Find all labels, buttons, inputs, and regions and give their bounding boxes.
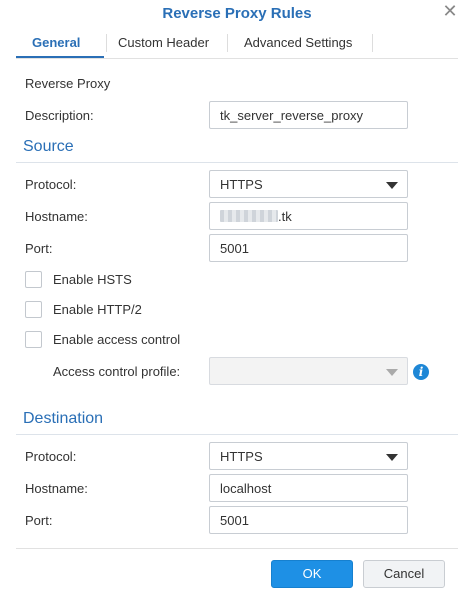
source-port-field[interactable] bbox=[209, 234, 408, 262]
title-bar: Reverse Proxy Rules ✕ bbox=[0, 0, 474, 28]
tab-separator bbox=[372, 34, 373, 52]
destination-hostname-label: Hostname: bbox=[25, 481, 88, 496]
destination-protocol-label: Protocol: bbox=[25, 449, 77, 464]
enable-http2-label: Enable HTTP/2 bbox=[53, 302, 142, 317]
redacted-hostname bbox=[220, 210, 278, 222]
destination-port-field[interactable] bbox=[209, 506, 408, 534]
destination-port-input[interactable] bbox=[220, 513, 397, 528]
tab-advanced-settings[interactable]: Advanced Settings bbox=[242, 30, 354, 56]
description-input[interactable] bbox=[220, 108, 397, 123]
destination-hostname-input[interactable] bbox=[220, 481, 397, 496]
section-divider bbox=[16, 434, 458, 435]
source-port-input[interactable] bbox=[220, 241, 397, 256]
reverse-proxy-heading: Reverse Proxy bbox=[25, 76, 111, 91]
footer-divider bbox=[16, 548, 458, 549]
description-field[interactable] bbox=[209, 101, 408, 129]
access-control-profile-label: Access control profile: bbox=[53, 364, 181, 379]
reverse-proxy-dialog: Reverse Proxy Rules ✕ General Custom Hea… bbox=[0, 0, 474, 593]
source-protocol-label: Protocol: bbox=[25, 177, 77, 192]
tab-bar: General Custom Header Advanced Settings bbox=[16, 30, 458, 56]
access-control-profile-select[interactable] bbox=[209, 357, 408, 385]
source-section-title: Source bbox=[23, 138, 74, 155]
enable-access-control-checkbox[interactable] bbox=[25, 331, 42, 348]
enable-access-control-label: Enable access control bbox=[53, 332, 181, 347]
chevron-down-icon bbox=[386, 182, 398, 189]
source-protocol-value: HTTPS bbox=[220, 177, 263, 192]
chevron-down-icon bbox=[386, 369, 398, 376]
description-label: Description: bbox=[25, 108, 94, 123]
tab-divider bbox=[16, 58, 458, 59]
section-divider bbox=[16, 162, 458, 163]
source-hostname-suffix: .tk bbox=[278, 209, 292, 224]
chevron-down-icon bbox=[386, 454, 398, 461]
enable-hsts-checkbox[interactable] bbox=[25, 271, 42, 288]
destination-section-title: Destination bbox=[23, 410, 104, 427]
enable-http2-checkbox[interactable] bbox=[25, 301, 42, 318]
dialog-title: Reverse Proxy Rules bbox=[162, 5, 312, 22]
destination-protocol-select[interactable]: HTTPS bbox=[209, 442, 408, 470]
source-hostname-field[interactable]: .tk bbox=[209, 202, 408, 230]
destination-port-label: Port: bbox=[25, 513, 53, 528]
destination-hostname-field[interactable] bbox=[209, 474, 408, 502]
tab-separator bbox=[106, 34, 107, 52]
source-hostname-label: Hostname: bbox=[25, 209, 88, 224]
enable-hsts-label: Enable HSTS bbox=[53, 272, 132, 287]
close-icon[interactable]: ✕ bbox=[442, 2, 458, 20]
tab-separator bbox=[227, 34, 228, 52]
info-icon[interactable]: i bbox=[413, 364, 429, 380]
destination-protocol-value: HTTPS bbox=[220, 449, 263, 464]
tab-custom-header[interactable]: Custom Header bbox=[116, 30, 211, 56]
source-port-label: Port: bbox=[25, 241, 53, 256]
ok-button[interactable]: OK bbox=[271, 560, 353, 588]
cancel-button[interactable]: Cancel bbox=[363, 560, 445, 588]
source-protocol-select[interactable]: HTTPS bbox=[209, 170, 408, 198]
tab-general[interactable]: General bbox=[30, 30, 82, 56]
